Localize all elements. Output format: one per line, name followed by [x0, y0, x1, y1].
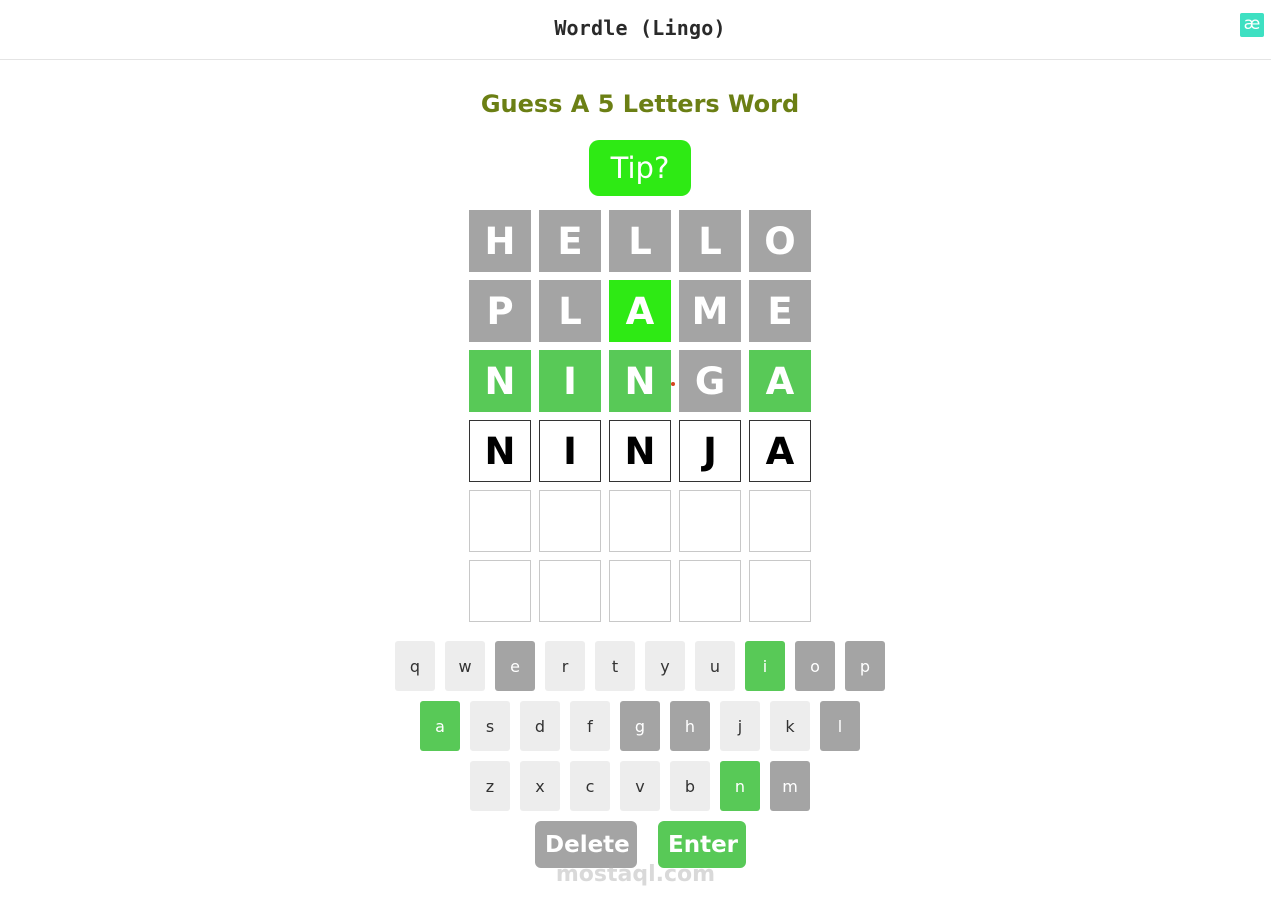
board-row: PLAME — [469, 280, 811, 342]
keyboard-row: qwertyuiop — [0, 641, 1271, 691]
board-tile — [609, 560, 671, 622]
board-tile — [749, 490, 811, 552]
key-z[interactable]: z — [470, 761, 510, 811]
key-r[interactable]: r — [545, 641, 585, 691]
key-p[interactable]: p — [845, 641, 885, 691]
key-o[interactable]: o — [795, 641, 835, 691]
key-n[interactable]: n — [720, 761, 760, 811]
board-tile — [469, 490, 531, 552]
board-tile: I — [539, 420, 601, 482]
board-tile: L — [609, 210, 671, 272]
board-tile: E — [749, 280, 811, 342]
board-tile: M — [679, 280, 741, 342]
key-b[interactable]: b — [670, 761, 710, 811]
board-row — [469, 490, 811, 552]
board-tile — [679, 560, 741, 622]
tip-button[interactable]: Tip? — [589, 140, 691, 196]
board-tile: H — [469, 210, 531, 272]
app-title: Wordle (Lingo) — [554, 16, 726, 40]
key-g[interactable]: g — [620, 701, 660, 751]
board-tile: A — [749, 420, 811, 482]
key-v[interactable]: v — [620, 761, 660, 811]
key-l[interactable]: l — [820, 701, 860, 751]
board-tile: E — [539, 210, 601, 272]
key-q[interactable]: q — [395, 641, 435, 691]
board-tile: L — [539, 280, 601, 342]
key-d[interactable]: d — [520, 701, 560, 751]
board-row — [469, 560, 811, 622]
key-s[interactable]: s — [470, 701, 510, 751]
board-row: NINGA — [469, 350, 811, 412]
app-header: Wordle (Lingo) æ — [0, 0, 1271, 60]
board-tile: J — [679, 420, 741, 482]
board-row: HELLO — [469, 210, 811, 272]
board-tile: P — [469, 280, 531, 342]
keyboard-row: asdfghjkl — [0, 701, 1271, 751]
key-y[interactable]: y — [645, 641, 685, 691]
delete-button[interactable]: Delete — [535, 821, 637, 868]
board-tile: N — [609, 350, 671, 412]
board-tile — [469, 560, 531, 622]
board-tile: N — [469, 350, 531, 412]
key-e[interactable]: e — [495, 641, 535, 691]
key-x[interactable]: x — [520, 761, 560, 811]
cursor-dot — [671, 382, 675, 386]
watermark: mostaql.com — [555, 862, 716, 887]
board-tile: G — [679, 350, 741, 412]
board-tile: I — [539, 350, 601, 412]
board-tile: L — [679, 210, 741, 272]
key-k[interactable]: k — [770, 701, 810, 751]
key-f[interactable]: f — [570, 701, 610, 751]
board-tile — [539, 560, 601, 622]
key-u[interactable]: u — [695, 641, 735, 691]
board-row: NINJA — [469, 420, 811, 482]
board-tile — [539, 490, 601, 552]
key-w[interactable]: w — [445, 641, 485, 691]
board-tile — [679, 490, 741, 552]
key-i[interactable]: i — [745, 641, 785, 691]
on-screen-keyboard: qwertyuiop asdfghjkl zxcvbnm — [0, 641, 1271, 821]
board-tile — [609, 490, 671, 552]
key-j[interactable]: j — [720, 701, 760, 751]
guess-board: HELLOPLAMENINGANINJA — [469, 210, 811, 630]
key-h[interactable]: h — [670, 701, 710, 751]
keyboard-row: zxcvbnm — [0, 761, 1271, 811]
key-a[interactable]: a — [420, 701, 460, 751]
board-tile: A — [749, 350, 811, 412]
keyboard-actions: Delete Enter — [535, 821, 746, 868]
logo-icon[interactable]: æ — [1240, 13, 1264, 37]
page-heading: Guess A 5 Letters Word — [480, 90, 800, 118]
board-tile: N — [609, 420, 671, 482]
enter-button[interactable]: Enter — [658, 821, 746, 868]
board-tile: O — [749, 210, 811, 272]
key-c[interactable]: c — [570, 761, 610, 811]
board-tile: A — [609, 280, 671, 342]
key-m[interactable]: m — [770, 761, 810, 811]
key-t[interactable]: t — [595, 641, 635, 691]
board-tile: N — [469, 420, 531, 482]
board-tile — [749, 560, 811, 622]
